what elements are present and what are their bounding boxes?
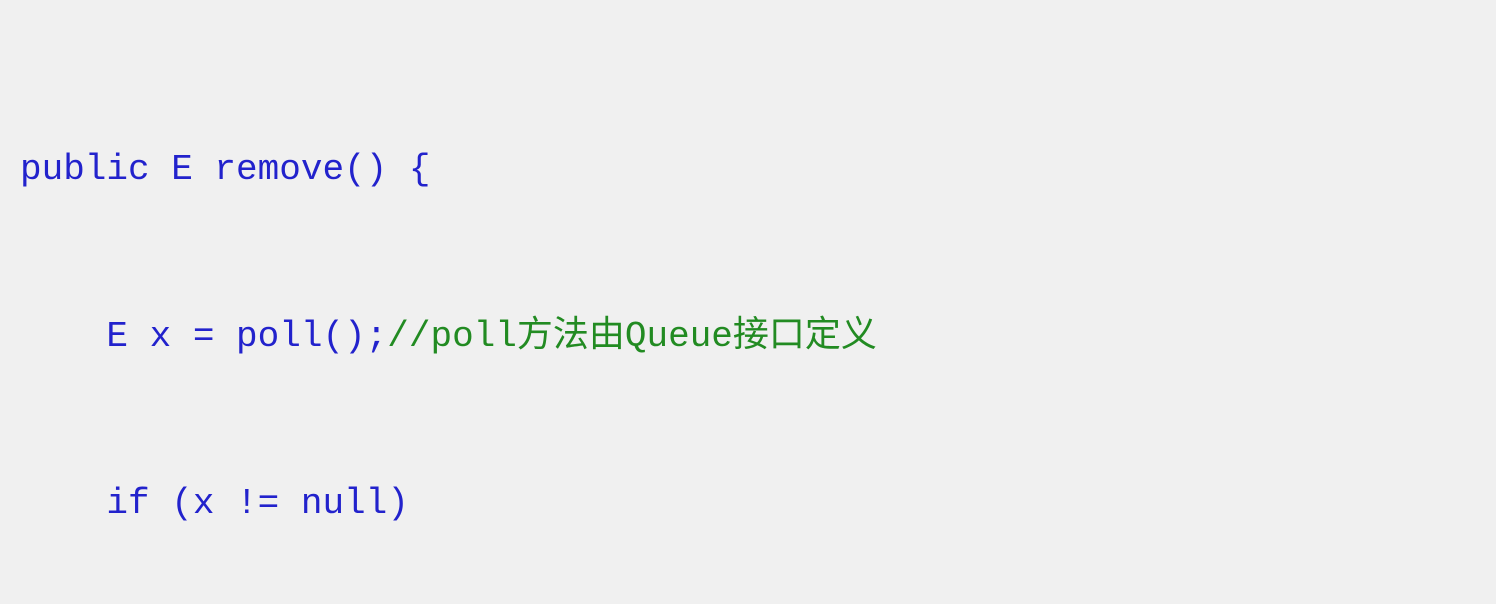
code-container: public E remove() { E x = poll();//poll方… [0,0,1496,604]
code-line-1: public E remove() { [20,142,1476,198]
code-line-3: if (x != null) [20,476,1476,532]
code-line-2-comment: //poll方法由Queue接口定义 [387,316,877,357]
code-line-2-code: E x = poll(); [20,316,387,357]
code-line-1-text: public E remove() { [20,149,430,190]
code-block: public E remove() { E x = poll();//poll方… [20,30,1476,604]
code-line-2: E x = poll();//poll方法由Queue接口定义 [20,309,1476,365]
code-line-3-text: if (x != null) [20,483,409,524]
